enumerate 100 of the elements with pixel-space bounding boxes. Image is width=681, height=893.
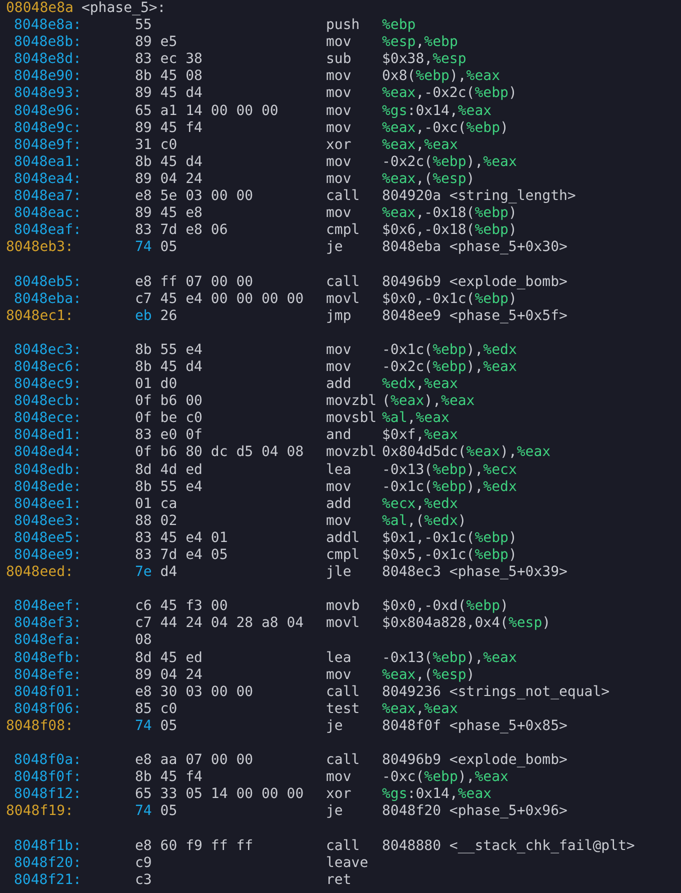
machine-code: c7 45 e4 00 00 00 00 — [135, 290, 305, 308]
operands: 8048ee9 <phase_5+0x5f> — [382, 308, 568, 325]
operands: -0x13(%ebp),%eax — [382, 650, 517, 667]
operands: -0x1c(%ebp),%edx — [382, 478, 517, 496]
machine-code: 74 05 — [135, 718, 178, 736]
operands: 80496b9 <explode_bomb> — [382, 752, 568, 770]
machine-code: 31 c0 — [135, 136, 178, 154]
mnemonic: mov — [326, 102, 352, 120]
machine-code: 65 a1 14 00 00 00 — [135, 102, 280, 120]
address: 8048ee1: — [13, 496, 82, 513]
operands: 0x8(%ebp),%eax — [382, 68, 500, 86]
mnemonic: leave — [326, 854, 370, 872]
mnemonic: lea — [326, 462, 352, 479]
machine-code: 83 7d e4 05 — [135, 547, 229, 564]
machine-code: 8d 4d ed — [135, 462, 204, 479]
operands: 8048f0f <phase_5+0x85> — [382, 718, 568, 736]
machine-code: 0f b6 00 — [135, 393, 204, 410]
mnemonic: call — [326, 838, 361, 855]
address: 8048efe: — [13, 666, 82, 684]
address: 8048ed1: — [13, 427, 82, 444]
mnemonic: cmpl — [326, 222, 361, 240]
address: 8048eb5: — [13, 274, 82, 291]
machine-code: c6 45 f3 00 — [135, 598, 229, 616]
operands: 8048f20 <phase_5+0x96> — [382, 803, 568, 820]
operands: %eax,-0x18(%ebp) — [382, 205, 517, 222]
mnemonic: sub — [326, 51, 352, 68]
operands: -0x1c(%ebp),%edx — [382, 342, 517, 359]
mnemonic: mov — [326, 666, 352, 684]
machine-code: 89 45 d4 — [135, 85, 204, 103]
operands: $0x5,-0x1c(%ebp) — [382, 547, 517, 564]
machine-code: 0f be c0 — [135, 410, 204, 428]
address: 8048ee5: — [13, 530, 82, 547]
operands: $0x38,%esp — [382, 51, 466, 68]
machine-code: 83 ec 38 — [135, 51, 204, 68]
operands: %ecx,%edx — [382, 496, 458, 513]
address: 8048ea4: — [13, 170, 82, 188]
address: 8048eaf: — [13, 222, 82, 240]
mnemonic: mov — [326, 342, 352, 359]
mnemonic: movsbl — [326, 410, 378, 428]
machine-code: 65 33 05 14 00 00 00 — [135, 786, 305, 804]
operands: -0xc(%ebp),%eax — [382, 769, 508, 786]
machine-code: 89 45 f4 — [135, 120, 204, 137]
machine-code: 8b 45 f4 — [135, 769, 204, 786]
mnemonic: add — [326, 496, 352, 513]
address: 8048eb3: — [6, 239, 74, 256]
operands: %eax,(%esp) — [382, 666, 475, 684]
address: 8048eba: — [13, 290, 82, 308]
address: 8048f0a: — [13, 752, 82, 770]
machine-code: e8 5e 03 00 00 — [135, 188, 254, 206]
operands: $0x804a828,0x4(%esp) — [382, 615, 551, 632]
mnemonic: movb — [326, 598, 361, 616]
machine-code: e8 60 f9 ff ff — [135, 838, 254, 855]
machine-code: 0f b6 80 dc d5 04 08 — [135, 444, 305, 462]
mnemonic: mov — [326, 68, 352, 86]
address: 8048f20: — [13, 854, 82, 872]
mnemonic: xor — [326, 136, 352, 154]
address: 8048e8b: — [13, 34, 82, 52]
machine-code: 01 d0 — [135, 376, 178, 394]
mnemonic: call — [326, 752, 361, 770]
machine-code: 8d 45 ed — [135, 650, 204, 667]
operands: %gs:0x14,%eax — [382, 102, 492, 120]
address: 8048e8a: — [13, 17, 82, 34]
address: 8048eac: — [13, 205, 82, 222]
machine-code: 89 e5 — [135, 34, 178, 52]
mnemonic: je — [326, 239, 344, 256]
mnemonic: mov — [326, 120, 352, 137]
operands: %esp,%ebp — [382, 34, 458, 52]
address: 8048ec3: — [13, 342, 82, 359]
mnemonic: call — [326, 188, 361, 206]
address: 8048ece: — [13, 410, 82, 428]
mnemonic: mov — [326, 358, 352, 376]
address: 8048e9c: — [13, 120, 82, 137]
mnemonic: jmp — [326, 308, 352, 325]
address: 8048f0f: — [13, 769, 82, 786]
address: 8048eef: — [13, 598, 82, 616]
machine-code: 89 04 24 — [135, 170, 204, 188]
operands: -0x13(%ebp),%ecx — [382, 462, 517, 479]
operands: %gs:0x14,%eax — [382, 786, 492, 804]
machine-code: 83 e0 0f — [135, 427, 204, 444]
mnemonic: mov — [326, 205, 352, 222]
operands: $0x1,-0x1c(%ebp) — [382, 530, 517, 547]
machine-code: c7 44 24 04 28 a8 04 — [135, 615, 305, 632]
mnemonic: mov — [326, 769, 352, 786]
address: 8048f06: — [13, 700, 82, 718]
address: 8048ea1: — [13, 154, 82, 171]
machine-code: 55 — [135, 17, 153, 34]
address: 8048f1b: — [13, 838, 82, 855]
machine-code: 74 05 — [135, 803, 178, 820]
mnemonic: mov — [326, 478, 352, 496]
address: 8048e93: — [13, 85, 82, 103]
machine-code: c9 — [135, 854, 153, 872]
address: 8048ea7: — [13, 188, 82, 206]
mnemonic: movzbl — [326, 444, 378, 462]
operands: %edx,%eax — [382, 376, 458, 394]
mnemonic: mov — [326, 512, 352, 530]
operands: $0x0,-0xd(%ebp) — [382, 598, 508, 616]
mnemonic: lea — [326, 650, 352, 667]
operands: %al,(%edx) — [382, 512, 466, 530]
operands: 804920a <string_length> — [382, 188, 576, 206]
address: 8048efa: — [13, 632, 82, 650]
